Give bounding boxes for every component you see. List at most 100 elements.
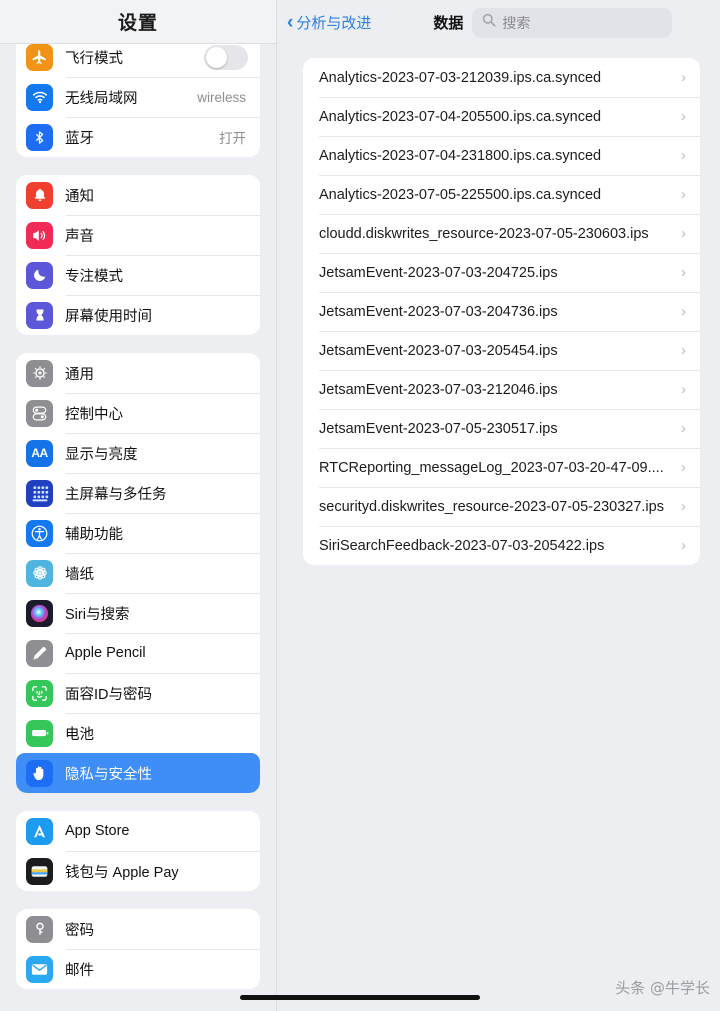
wifi-icon	[26, 83, 53, 111]
sidebar-item-connectivity-1[interactable]: 无线局域网 wireless	[16, 77, 260, 117]
sidebar-item-accounts-0[interactable]: 密码	[16, 909, 260, 949]
bluetooth-icon	[26, 123, 53, 151]
list-item[interactable]: Analytics-2023-07-04-205500.ips.ca.synce…	[303, 97, 700, 136]
sidebar-item-label: App Store	[65, 823, 130, 839]
list-item[interactable]: JetsamEvent-2023-07-03-204736.ips ›	[303, 292, 700, 331]
search-box[interactable]	[472, 7, 673, 38]
list-item[interactable]: JetsamEvent-2023-07-05-230517.ips ›	[303, 409, 700, 448]
chevron-right-icon: ›	[681, 303, 686, 320]
sidebar-item-label: Siri与搜索	[65, 606, 130, 623]
sidebar-item-label: 控制中心	[65, 406, 123, 423]
sidebar-item-store-0[interactable]: App Store	[16, 811, 260, 851]
list-item[interactable]: SiriSearchFeedback-2023-07-03-205422.ips…	[303, 526, 700, 565]
sidebar-scroll-area[interactable]: 飞行模式无线局域网 wireless 蓝牙 打开通知声音专注模式屏幕使用时间 通用控制中…	[0, 37, 276, 1011]
sidebar-item-label: 密码	[65, 922, 94, 939]
sidebar-item-label: 屏幕使用时间	[65, 308, 152, 325]
chevron-right-icon: ›	[681, 264, 686, 281]
sidebar-item-label: 电池	[65, 726, 94, 743]
sidebar-item-alerts-2[interactable]: 专注模式	[16, 255, 260, 295]
chevron-right-icon: ›	[681, 381, 686, 398]
sidebar-item-accounts-1[interactable]: 邮件	[16, 949, 260, 989]
file-name: Analytics-2023-07-04-205500.ips.ca.synce…	[319, 108, 602, 125]
chevron-right-icon: ›	[681, 420, 686, 437]
list-item[interactable]: Analytics-2023-07-05-225500.ips.ca.synce…	[303, 175, 700, 214]
chevron-right-icon: ›	[681, 186, 686, 203]
page-title: 设置	[117, 13, 158, 34]
list-item[interactable]: securityd.diskwrites_resource-2023-07-05…	[303, 487, 700, 526]
sidebar-item-system-4[interactable]: 辅助功能	[16, 513, 260, 553]
sidebar-item-system-1[interactable]: 控制中心	[16, 393, 260, 433]
sidebar-header: 设置	[0, 0, 276, 44]
sidebar-item-label: 墙纸	[65, 566, 94, 583]
sidebar-item-label: Apple Pencil	[65, 645, 146, 661]
hand-raised-icon	[26, 759, 53, 787]
mail-icon	[26, 955, 53, 983]
sidebar-item-system-5[interactable]: 墙纸	[16, 553, 260, 593]
list-item[interactable]: JetsamEvent-2023-07-03-205454.ips ›	[303, 331, 700, 370]
file-name: JetsamEvent-2023-07-03-204736.ips	[319, 303, 558, 320]
airplane-icon	[26, 43, 53, 71]
home-indicator	[240, 995, 480, 1000]
file-name: Analytics-2023-07-04-231800.ips.ca.synce…	[319, 147, 602, 164]
sidebar-item-alerts-1[interactable]: 声音	[16, 215, 260, 255]
back-button-label: 分析与改进	[296, 15, 372, 32]
accessibility-icon	[26, 519, 53, 547]
sidebar-item-label: 飞行模式	[65, 50, 123, 67]
file-name: Analytics-2023-07-05-225500.ips.ca.synce…	[319, 186, 602, 203]
sidebar-item-system-6[interactable]: Siri与搜索	[16, 593, 260, 633]
sidebar-group-connectivity: 飞行模式无线局域网 wireless 蓝牙 打开	[16, 37, 260, 157]
sidebar-item-label: 无线局域网	[65, 90, 138, 107]
sidebar-item-label: 辅助功能	[65, 526, 123, 543]
sidebar-item-label: 显示与亮度	[65, 446, 138, 463]
sidebar-group-alerts: 通知声音专注模式屏幕使用时间	[16, 175, 260, 335]
bell-icon	[26, 181, 53, 209]
search-input[interactable]	[502, 14, 663, 31]
speaker-icon	[26, 221, 53, 249]
moon-icon	[26, 261, 53, 289]
chevron-right-icon: ›	[681, 498, 686, 515]
watermark: 头条 @牛学长	[615, 979, 710, 997]
sidebar-item-store-1[interactable]: 钱包与 Apple Pay	[16, 851, 260, 891]
sidebar-item-connectivity-2[interactable]: 蓝牙 打开	[16, 117, 260, 157]
gear-icon	[26, 359, 53, 387]
sidebar-item-system-8[interactable]: 面容ID与密码	[16, 673, 260, 713]
sidebar-item-value: 打开	[219, 131, 246, 146]
sidebar-item-system-3[interactable]: 主屏幕与多任务	[16, 473, 260, 513]
back-button[interactable]: ‹ 分析与改进	[287, 12, 371, 33]
sidebar-item-label: 通知	[65, 188, 94, 205]
ipad-settings-screen: 设置 飞行模式 无线局域网 wireless 蓝牙 打开 通知 声音 专注模式 屏幕使用时间 通用…	[0, 0, 720, 1011]
detail-header: ‹ 分析与改进 数据	[277, 0, 720, 45]
app-store-icon	[26, 817, 53, 845]
sidebar-group-store: App Store 钱包与 Apple Pay	[16, 811, 260, 891]
sidebar-item-system-9[interactable]: 电池	[16, 713, 260, 753]
file-name: securityd.diskwrites_resource-2023-07-05…	[319, 498, 664, 515]
sidebar-group-system: 通用控制中心 AA 显示与亮度 主屏幕与多任务辅助功能墙纸 Siri与搜索 Apple P…	[16, 353, 260, 793]
sidebar-item-label: 声音	[65, 228, 94, 245]
sidebar-item-alerts-3[interactable]: 屏幕使用时间	[16, 295, 260, 335]
file-name: SiriSearchFeedback-2023-07-03-205422.ips	[319, 537, 605, 554]
detail-pane: ‹ 分析与改进 数据 Analytics-2023-07-03-212039.i…	[276, 0, 720, 1011]
sidebar-item-label: 专注模式	[65, 268, 123, 285]
file-name: JetsamEvent-2023-07-03-205454.ips	[319, 342, 558, 359]
chevron-left-icon: ‹	[287, 12, 294, 33]
list-item[interactable]: JetsamEvent-2023-07-03-212046.ips ›	[303, 370, 700, 409]
sidebar-item-system-7[interactable]: Apple Pencil	[16, 633, 260, 673]
sidebar-item-label: 钱包与 Apple Pay	[65, 864, 179, 881]
file-name: JetsamEvent-2023-07-03-212046.ips	[319, 381, 558, 398]
list-item[interactable]: JetsamEvent-2023-07-03-204725.ips ›	[303, 253, 700, 292]
list-item[interactable]: cloudd.diskwrites_resource-2023-07-05-23…	[303, 214, 700, 253]
sidebar-item-system-0[interactable]: 通用	[16, 353, 260, 393]
list-item[interactable]: Analytics-2023-07-04-231800.ips.ca.synce…	[303, 136, 700, 175]
airplane-mode-toggle[interactable]	[204, 44, 248, 70]
detail-title: 数据	[433, 15, 464, 32]
sidebar-item-system-10[interactable]: 隐私与安全性	[16, 753, 260, 793]
file-name: Analytics-2023-07-03-212039.ips.ca.synce…	[319, 69, 602, 86]
sidebar-item-alerts-0[interactable]: 通知	[16, 175, 260, 215]
sidebar-item-system-2[interactable]: AA 显示与亮度	[16, 433, 260, 473]
list-item[interactable]: Analytics-2023-07-03-212039.ips.ca.synce…	[303, 58, 700, 97]
chevron-right-icon: ›	[681, 342, 686, 359]
pencil-icon	[26, 639, 53, 667]
hourglass-icon	[26, 301, 53, 329]
list-item[interactable]: RTCReporting_messageLog_2023-07-03-20-47…	[303, 448, 700, 487]
sidebar-item-label: 通用	[65, 366, 94, 383]
